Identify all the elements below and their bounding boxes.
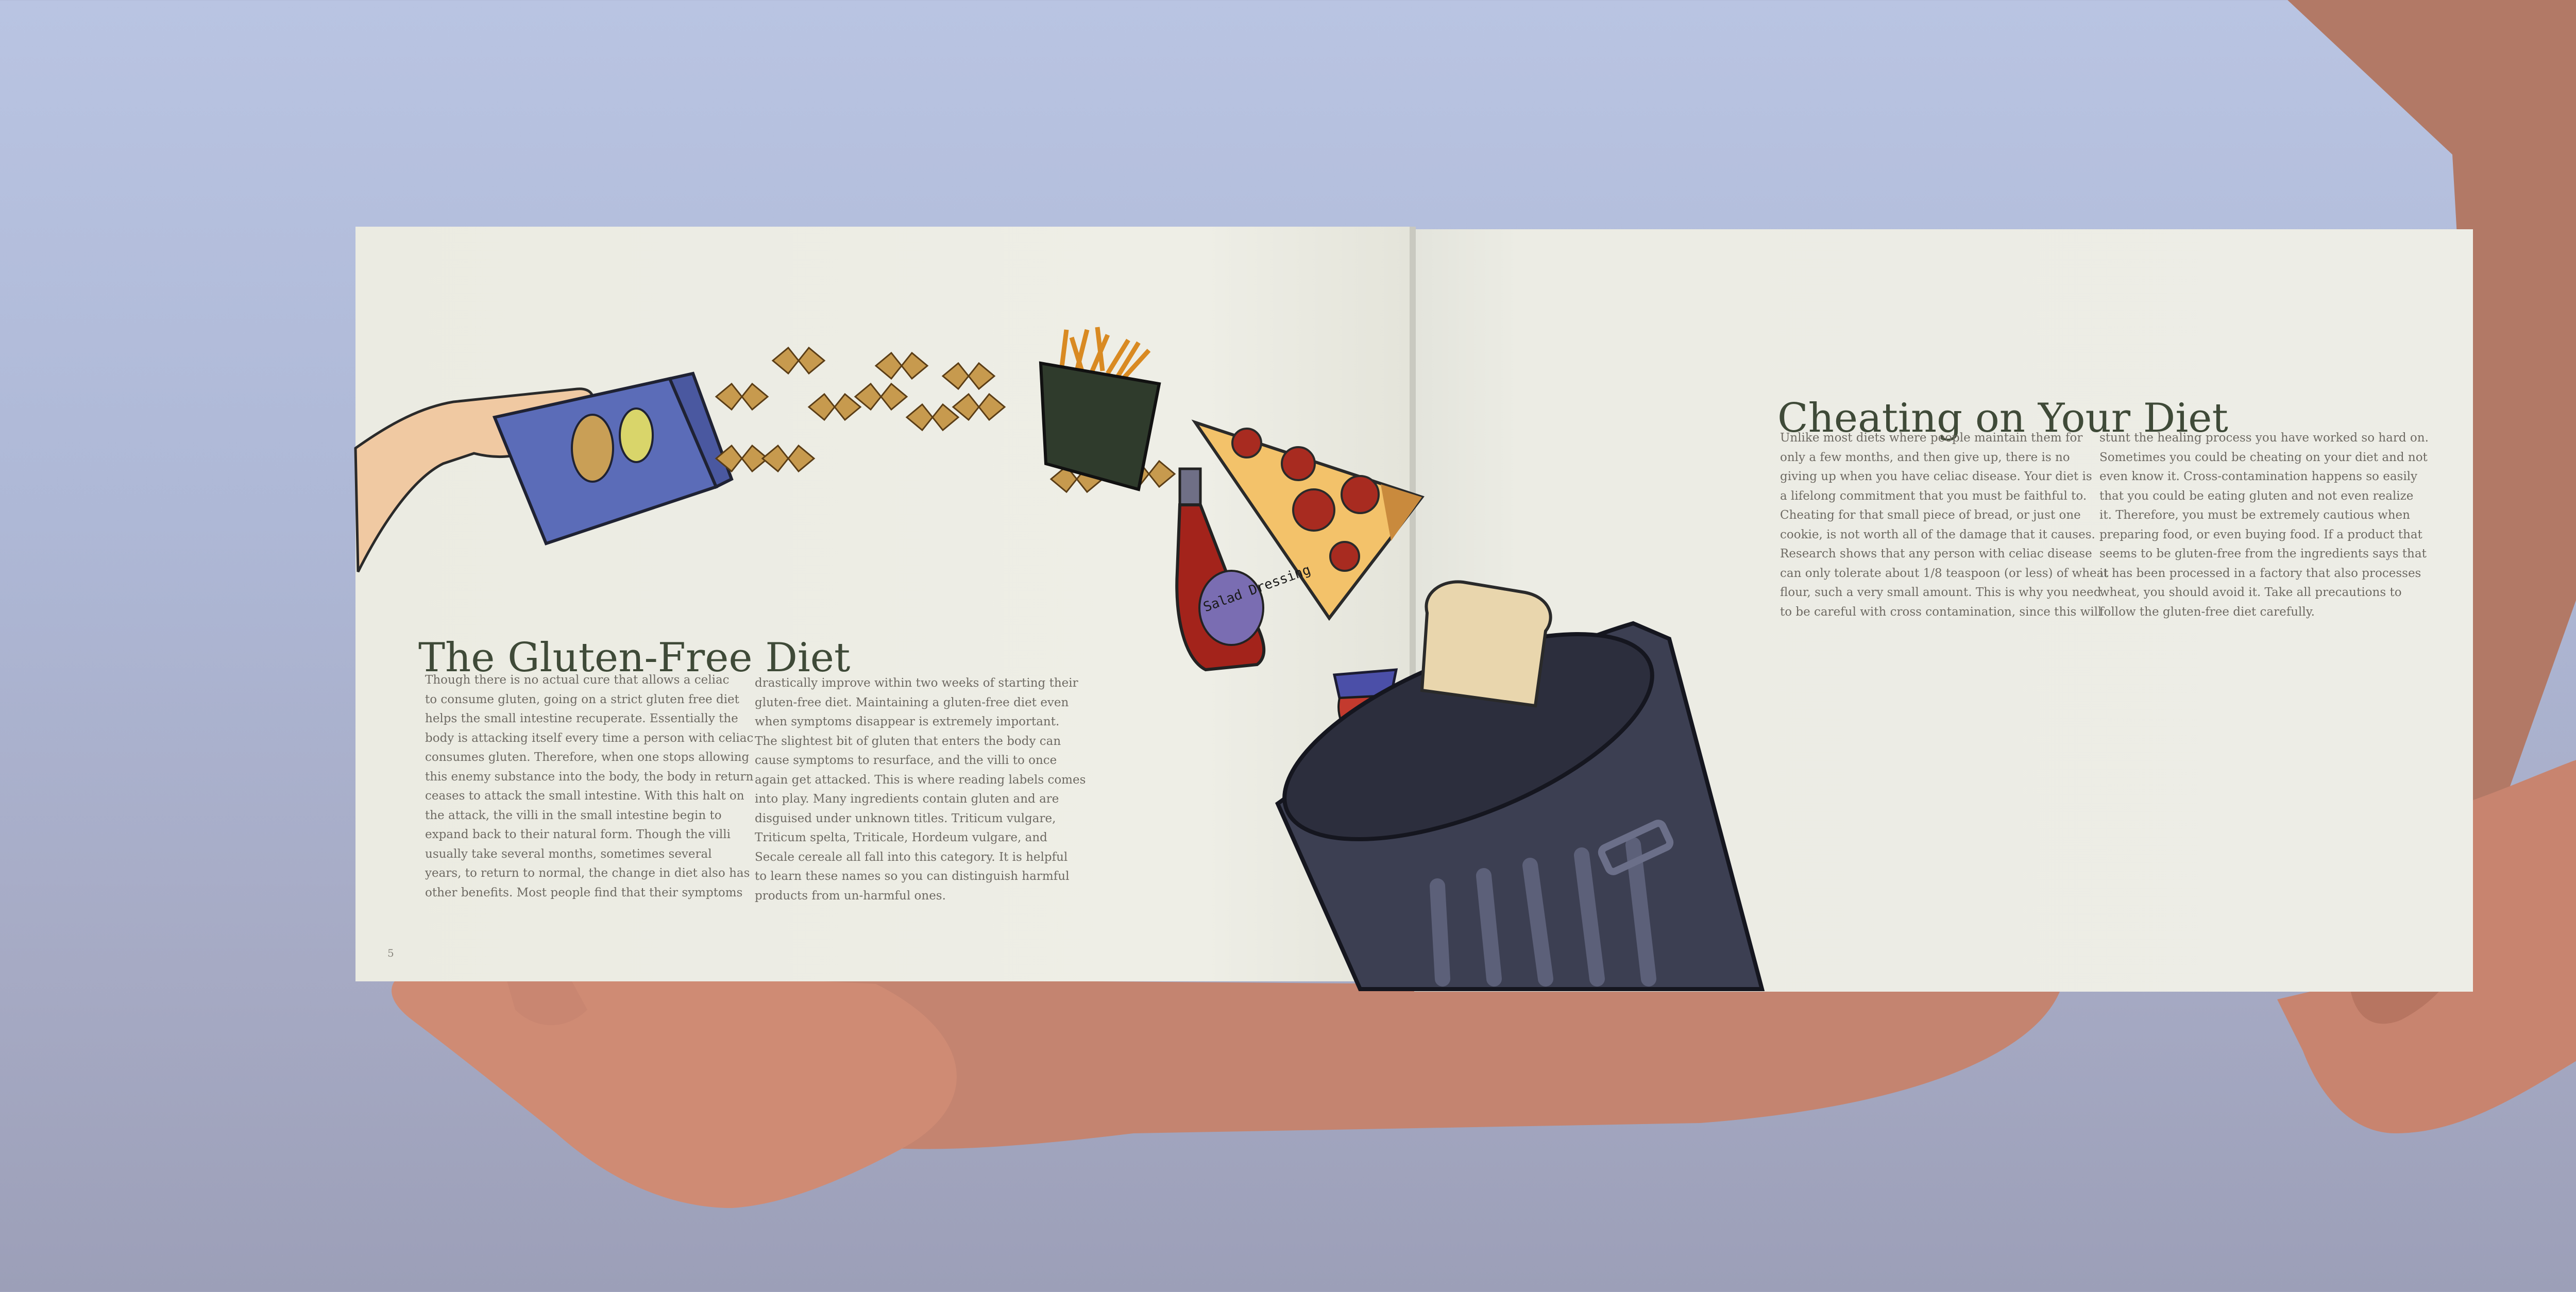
body-text-line: The slightest bit of gluten that enters … [755,734,1061,748]
right-column-1: Unlike most diets where people maintain … [1780,429,2109,622]
body-text-line: cause symptoms to resurface, and the vil… [755,754,1057,767]
body-text-line: preparing food, or even buying food. If … [2099,528,2422,541]
body-text-line: to consume gluten, going on a strict glu… [425,692,739,706]
body-text-line: ceases to attack the small intestine. Wi… [425,789,744,803]
body-text-line: the attack, the villi in the small intes… [425,808,722,822]
body-text-line: that you could be eating gluten and not … [2099,489,2414,503]
body-text-line: can only tolerate about 1/8 teaspoon (or… [1780,566,2109,580]
body-text-line: when symptoms disappear is extremely imp… [755,715,1060,728]
body-text-line: Sometimes you could be cheating on your … [2099,450,2428,464]
page-number: 5 [387,947,394,959]
body-text-line: cookie, is not worth all of the damage t… [1780,528,2095,541]
body-text-line: products from un-harmful ones. [755,889,946,903]
body-text-line: expand back to their natural form. Thoug… [425,828,731,841]
body-text-line: usually take several months, sometimes s… [425,847,712,861]
body-text-line: body is attacking itself every time a pe… [425,731,754,745]
body-text-line: giving up when you have celiac disease. … [1780,470,2092,483]
body-text-line: years, to return to normal, the change i… [425,866,750,880]
body-text-line: Triticum spelta, Triticale, Hordeum vulg… [755,831,1047,844]
illustration-layer: Salad Dressing [354,227,1765,991]
body-text-line: follow the gluten-free diet carefully. [2099,605,2315,619]
body-text-line: consumes gluten. Therefore, when one sto… [425,751,750,764]
fries-icon [1039,327,1161,491]
right-column-2: stunt the healing process you have worke… [2099,429,2429,622]
body-text-line: again get attacked. This is where readin… [755,773,1086,787]
body-text-line: a lifelong commitment that you must be f… [1780,489,2087,503]
body-text-line: even know it. Cross-contamination happen… [2099,470,2418,483]
photo-scene: Salad Dressing The Gluten-Free Diet Thou… [0,0,2576,1292]
bread-slice-icon [1420,580,1552,708]
body-text-line: other benefits. Most people find that th… [425,886,743,899]
body-text-line: flour, such a very small amount. This is… [1780,586,2102,599]
body-text-line: this enemy substance into the body, the … [425,770,754,784]
body-text-line: stunt the healing process you have worke… [2099,431,2429,445]
body-text-line: drastically improve within two weeks of … [755,676,1078,690]
body-text-line: it. Therefore, you must be extremely cau… [2099,508,2410,522]
body-text-line: Cheating for that small piece of bread, … [1780,508,2081,522]
body-text-line: only a few months, and then give up, the… [1780,450,2070,464]
body-text-line: disguised under unknown titles. Triticum… [755,811,1056,825]
body-text-line: it has been processed in a factory that … [2099,566,2421,580]
left-column-1: Though there is no actual cure that allo… [425,671,753,903]
body-text-line: Though there is no actual cure that allo… [425,673,730,687]
body-text-line: to be careful with cross contamination, … [1780,605,2102,619]
body-text-line: into play. Many ingredients contain glut… [755,792,1059,806]
body-text-line: Secale cereale all fall into this catego… [755,850,1068,864]
body-text-line: to learn these names so you can distingu… [755,870,1070,883]
body-text-line: Research shows that any person with celi… [1780,547,2092,560]
body-text-line: seems to be gluten-free from the ingredi… [2099,547,2427,560]
left-column-2: drastically improve within two weeks of … [755,674,1086,906]
body-text-line: Unlike most diets where people maintain … [1780,431,2083,445]
body-text-line: helps the small intestine recuperate. Es… [425,712,738,725]
body-text-line: wheat, you should avoid it. Take all pre… [2099,586,2402,599]
body-text-line: gluten-free diet. Maintaining a gluten-f… [755,695,1069,709]
